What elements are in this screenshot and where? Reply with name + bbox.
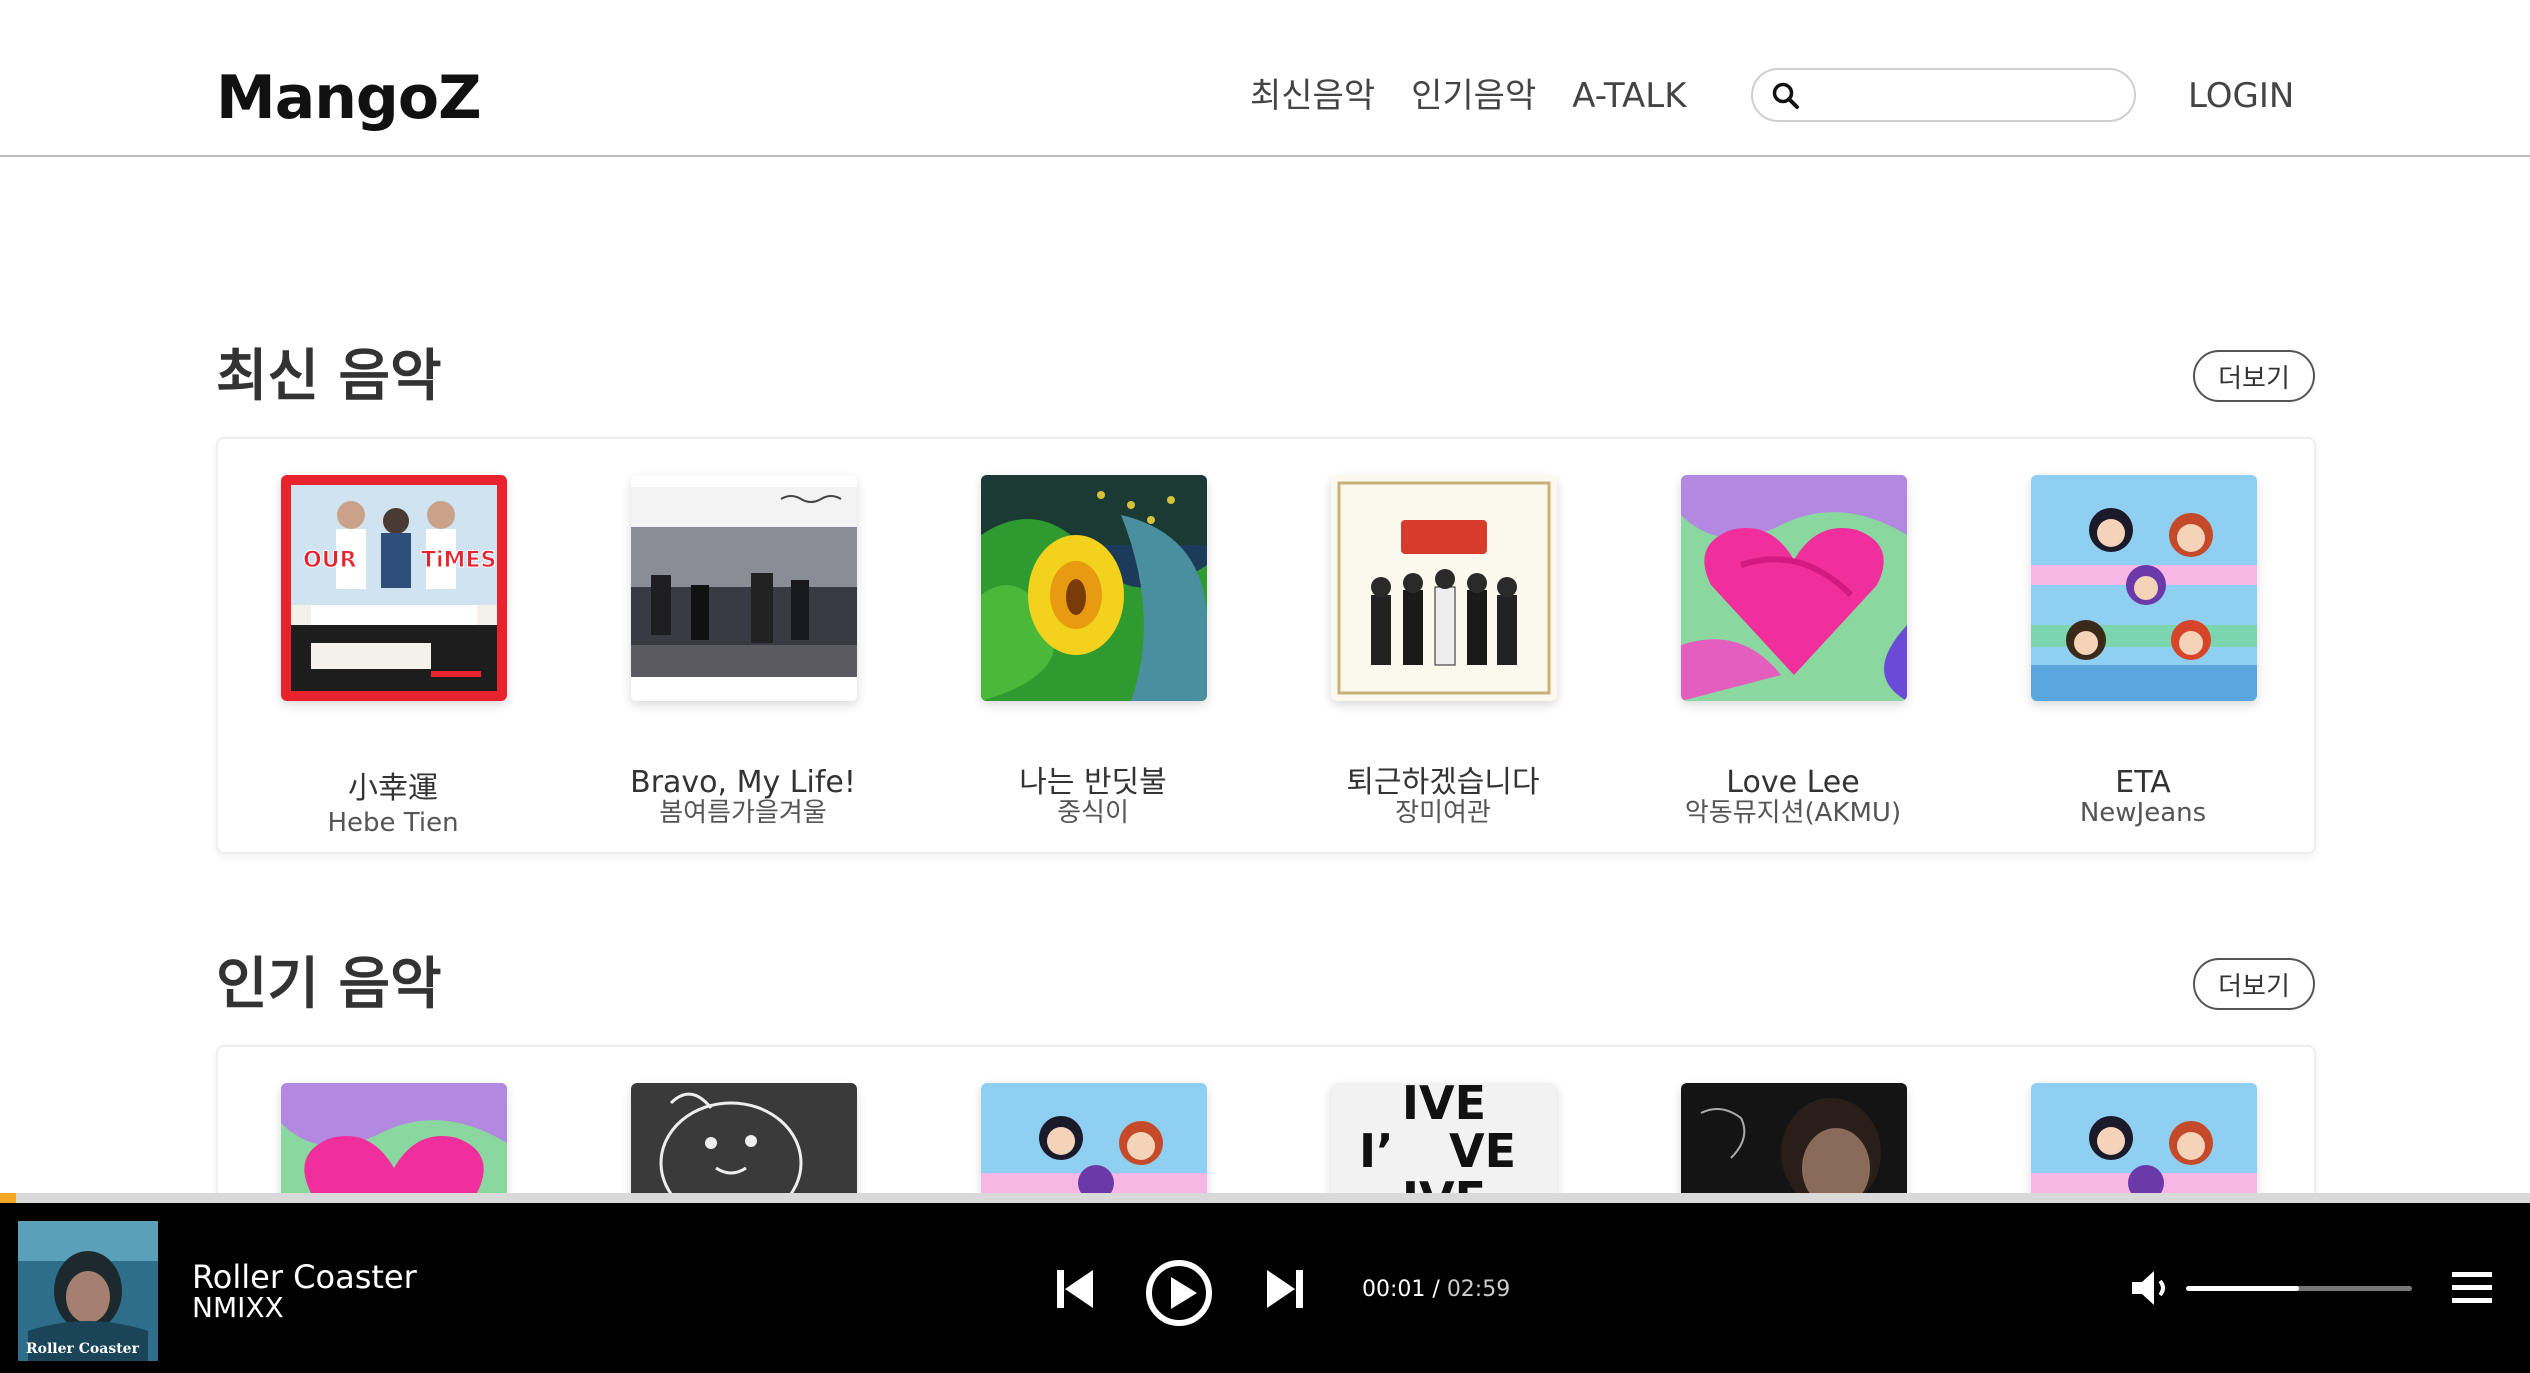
album-title: Bravo, My Life! [630,765,856,800]
main-nav: 최신음악 인기음악 A-TALK [1250,68,1687,124]
logo[interactable]: MangoZ [216,58,482,138]
album-artist: Hebe Tien [327,808,459,838]
volume-icon[interactable] [2130,1269,2172,1307]
playback-progress-bar[interactable] [0,1193,2530,1203]
latest-more-button[interactable]: 더보기 [2193,350,2315,402]
header: MangoZ 최신음악 인기음악 A-TALK LOGIN [0,0,2530,157]
now-playing-artist: NMIXX [192,1291,284,1324]
time-separator: / [1425,1277,1447,1302]
album-artist: NewJeans [2079,798,2207,828]
volume-slider[interactable] [2186,1286,2412,1291]
nav-popular-music[interactable]: 인기음악 [1411,68,1536,124]
ive-cover-text-3: VE [1449,1124,1516,1178]
nav-latest-music[interactable]: 최신음악 [1250,68,1375,124]
firefly-cover[interactable] [981,475,1207,701]
bravo-my-life-cover[interactable] [631,475,857,701]
now-playing-cover[interactable]: Roller Coaster [18,1221,158,1361]
our-times-cover[interactable]: OUR TiMES [281,475,507,701]
album-title: 小幸運 [348,771,438,806]
latest-card-row: OUR TiMES 小幸運 Hebe Tien Bravo, My Life! … [216,437,2316,854]
previous-track-icon[interactable] [1055,1268,1095,1310]
music-player: Roller Coaster Roller Coaster NMIXX 00:0… [0,1203,2530,1373]
album-artist: 악동뮤지션(AKMU) [1684,798,1902,828]
search-input[interactable] [1813,76,2117,116]
now-playing-cover-text: Roller Coaster [26,1341,140,1357]
album-title: 나는 반딧불 [1019,765,1167,800]
total-time: 02:59 [1446,1277,1511,1302]
latest-section-title: 최신 음악 [216,344,442,409]
album-title: Love Lee [1726,765,1860,800]
current-time: 00:01 [1362,1277,1426,1302]
heart-cover[interactable] [1681,475,1907,701]
next-track-icon[interactable] [1265,1268,1305,1310]
album-artist: 장미여관 [1395,798,1491,828]
ive-cover-text-2: I’ [1359,1124,1394,1178]
playback-time: 00:01 / 02:59 [1362,1275,1510,1305]
ive-cover-text-1: IVE [1402,1083,1486,1130]
album-title: 퇴근하겠습니다 [1346,765,1540,800]
playback-progress-fill [0,1193,16,1203]
search-box [1751,68,2136,122]
svg-text:TiMES: TiMES [421,548,496,573]
newjeans-cover[interactable] [2031,475,2257,701]
svg-text:OUR: OUR [303,548,357,573]
popular-section-title: 인기 음악 [216,952,442,1017]
nav-a-talk[interactable]: A-TALK [1572,68,1686,124]
play-icon[interactable] [1145,1259,1213,1327]
album-title: ETA [2115,765,2171,800]
jangmi-cover[interactable] [1331,475,1557,701]
search-icon[interactable] [1771,81,1801,111]
login-button[interactable]: LOGIN [2188,68,2294,124]
album-artist: 중식이 [1057,798,1129,828]
popular-more-button[interactable]: 더보기 [2193,958,2315,1010]
volume-level [2186,1286,2299,1291]
playlist-menu-icon[interactable] [2452,1271,2492,1305]
album-artist: 봄여름가을겨울 [659,798,827,828]
